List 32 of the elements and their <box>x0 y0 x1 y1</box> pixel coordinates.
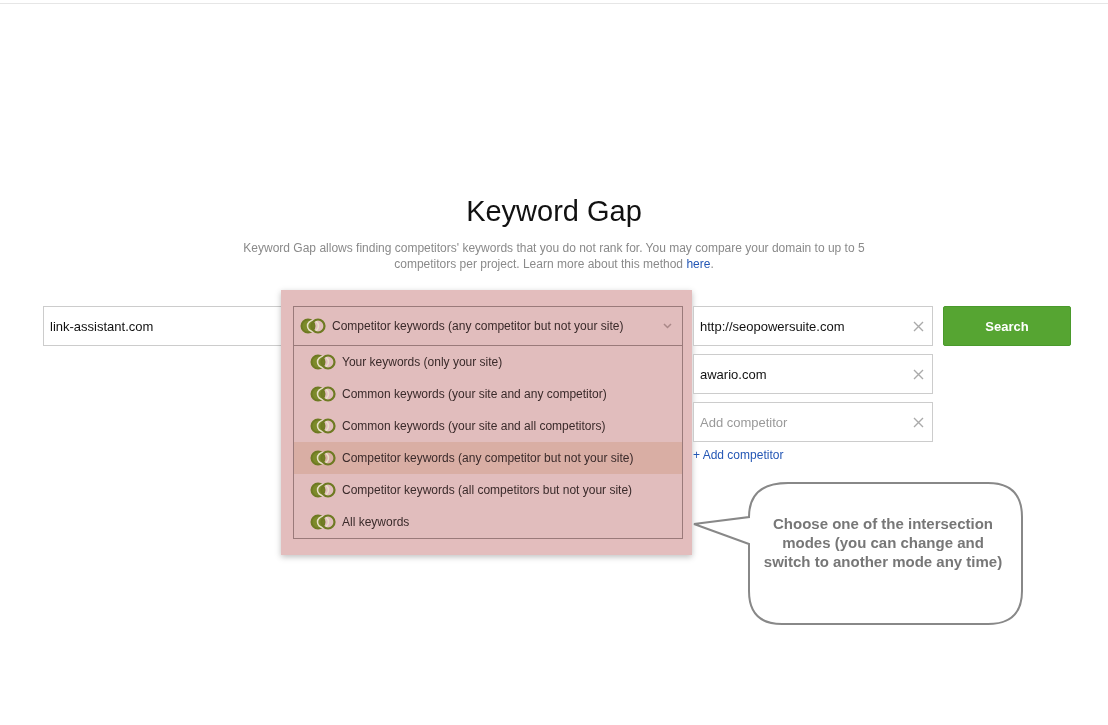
option-label: All keywords <box>342 515 410 529</box>
dropdown-option[interactable]: Competitor keywords (all competitors but not your site) <box>294 474 682 506</box>
overlapping-circles-icon <box>300 318 326 334</box>
dropdown-value: Competitor keywords (any competitor but not your site) <box>332 319 625 333</box>
option-label: Your keywords (only your site) <box>342 355 503 369</box>
overlapping-circles-icon <box>310 386 336 402</box>
overlapping-circles-icon <box>310 514 336 530</box>
domain-field[interactable]: link-assistant.com <box>43 306 283 346</box>
close-icon[interactable] <box>913 320 924 332</box>
close-icon[interactable] <box>913 416 924 428</box>
option-label: Common keywords (your site and any competitor) <box>342 387 607 401</box>
overlapping-circles-icon <box>310 418 336 434</box>
dropdown-option[interactable]: Common keywords (your site and all competitors) <box>294 410 682 442</box>
callout-text: Choose one of the intersection modes (you can change and switch to another mode any time) <box>762 514 1004 571</box>
option-label: Competitor keywords (all competitors but not your site) <box>342 483 633 497</box>
overlapping-circles-icon <box>310 482 336 498</box>
dropdown-option[interactable]: All keywords <box>294 506 682 538</box>
dropdown-option[interactable]: Common keywords (your site and any competitor) <box>294 378 682 410</box>
dropdown-option[interactable]: Competitor keywords (any competitor but not your site) <box>294 442 682 474</box>
competitor-field[interactable]: awario.com <box>693 354 933 394</box>
competitor-field[interactable]: http://seopowersuite.com <box>693 306 933 346</box>
overlapping-circles-icon <box>310 354 336 370</box>
mode-dropdown[interactable] <box>293 306 683 539</box>
overlapping-circles-icon <box>310 450 336 466</box>
add-competitor-link[interactable]: + Add competitor <box>693 448 933 462</box>
caret-icon <box>663 323 672 329</box>
intro-text: Keyword Gap allows finding competitors' keywords that you do not rank for. You may compare your domain to up to 5 competitors per project. Learn more about this method here. <box>242 240 866 272</box>
close-icon[interactable] <box>913 368 924 380</box>
page-title: Keyword Gap <box>465 194 643 228</box>
dropdown-option[interactable]: Your keywords (only your site) <box>294 346 682 378</box>
option-label: Competitor keywords (any competitor but not your site) <box>342 451 634 465</box>
option-label: Common keywords (your site and all competitors) <box>342 419 606 433</box>
